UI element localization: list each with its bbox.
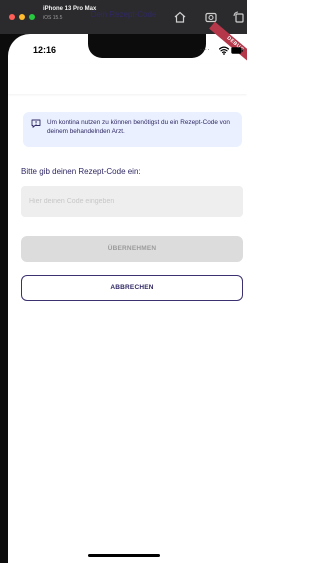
- app-header: [8, 64, 247, 94]
- status-signal-dots: ....: [200, 45, 210, 52]
- status-time: 12:16: [33, 45, 57, 55]
- cancel-button[interactable]: ABBRECHEN: [21, 275, 243, 301]
- code-input[interactable]: [21, 186, 243, 217]
- page-title: Dein Rezept-Code: [90, 10, 157, 19]
- wifi-icon: [219, 46, 229, 55]
- info-message: Um kontina nutzen zu können benötigst du…: [23, 112, 242, 147]
- submit-button[interactable]: ÜBERNEHMEN: [21, 236, 243, 262]
- notch: [88, 34, 206, 58]
- code-input-label: Bitte gib deinen Rezept-Code ein:: [21, 167, 141, 176]
- battery-icon: [231, 47, 243, 54]
- home-indicator[interactable]: [88, 554, 160, 557]
- info-message-icon: [31, 119, 41, 128]
- screen: iPhone 13 Pro Max iOS 15.5 DEBUG 12:16 .…: [0, 0, 247, 563]
- info-message-text: Um kontina nutzen zu können benötigst du…: [47, 119, 230, 135]
